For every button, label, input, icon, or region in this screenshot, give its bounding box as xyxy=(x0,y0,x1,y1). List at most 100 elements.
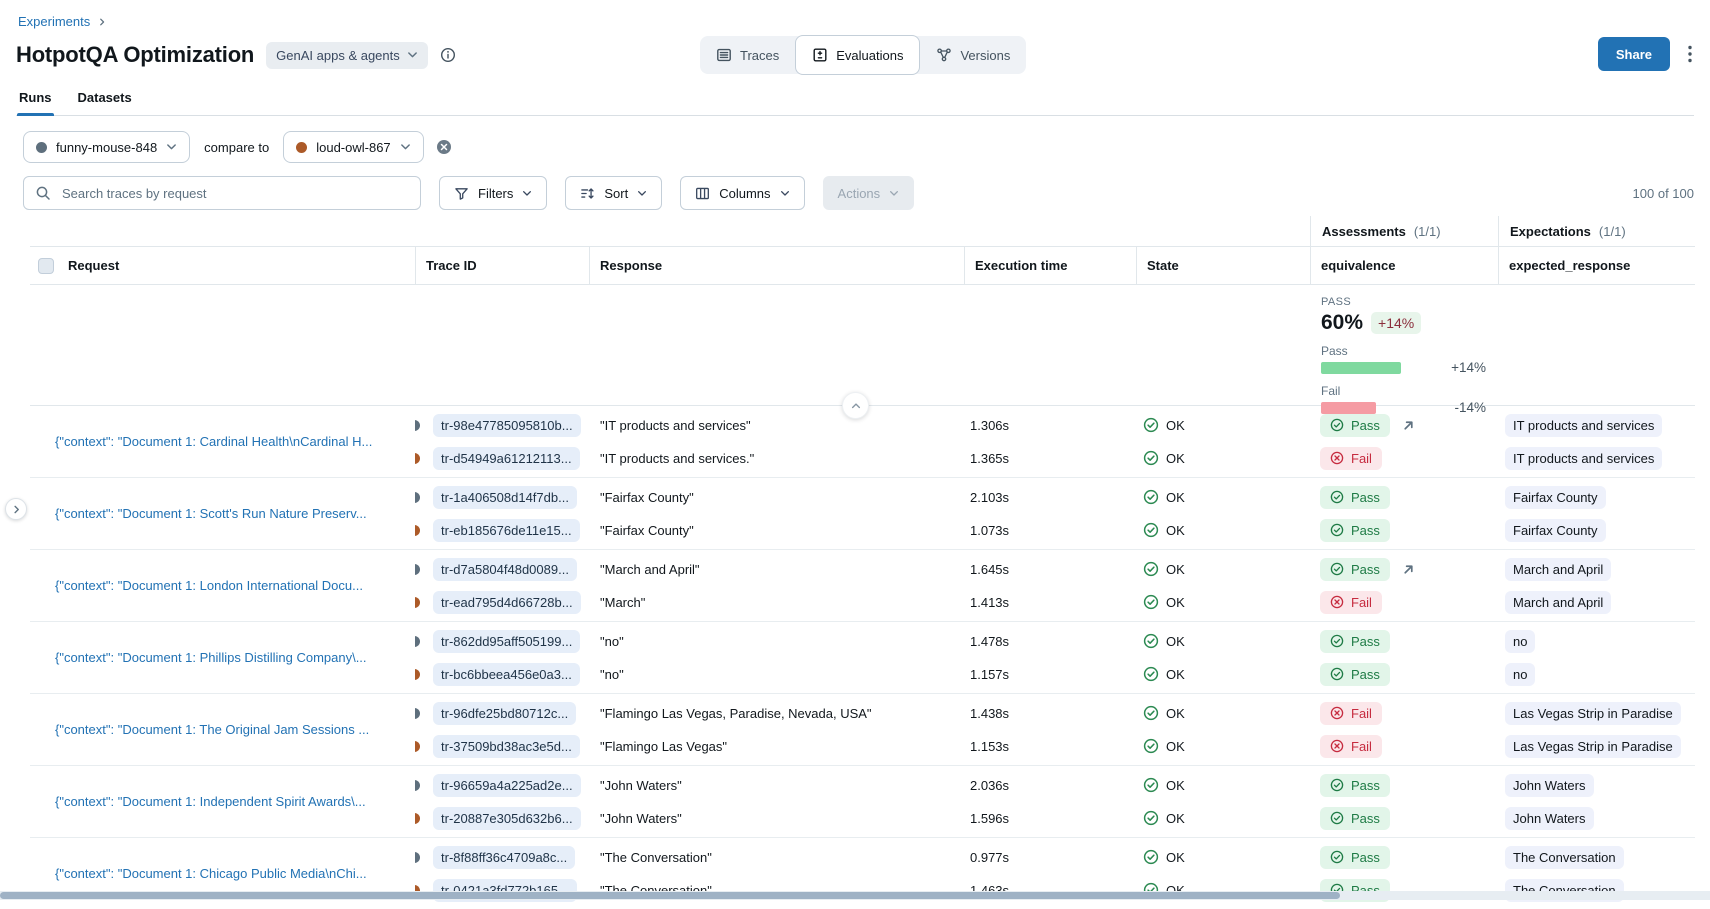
trace-id-pill[interactable]: tr-96dfe25bd80712c... xyxy=(433,702,576,725)
clear-compare-icon[interactable] xyxy=(436,139,452,155)
domain-badge-dropdown[interactable]: GenAI apps & agents xyxy=(266,42,428,69)
trace-id-pill[interactable]: tr-96659a4a225ad2e... xyxy=(433,774,581,797)
pass-bar xyxy=(1321,362,1401,374)
actions-button[interactable]: Actions xyxy=(823,176,915,210)
execution-time: 0.977s xyxy=(964,843,1136,871)
trace-id-pill[interactable]: tr-8f88ff36c4709a8c... xyxy=(433,846,575,869)
results-count: 100 of 100 xyxy=(1633,186,1695,201)
table-row-group: {"context": "Document 1: Independent Spi… xyxy=(30,765,1695,837)
run-select-primary[interactable]: funny-mouse-848 xyxy=(23,131,190,163)
response-text: "IT products and services" xyxy=(589,411,964,439)
tab-runs[interactable]: Runs xyxy=(17,86,54,115)
filters-button[interactable]: Filters xyxy=(439,176,547,210)
assessment-label: Pass xyxy=(1351,523,1380,538)
assessment-badge[interactable]: Pass xyxy=(1320,630,1390,653)
horizontal-scrollbar-thumb[interactable] xyxy=(0,892,1340,899)
sort-button[interactable]: Sort xyxy=(565,176,662,210)
trace-id-pill[interactable]: tr-d7a5804f48d0089... xyxy=(433,558,577,581)
check-circle-icon xyxy=(1143,810,1159,826)
view-switcher-evaluations[interactable]: Evaluations xyxy=(795,35,920,75)
tab-bar: Runs Datasets xyxy=(16,86,1694,116)
column-header-equivalence[interactable]: equivalence xyxy=(1310,247,1498,284)
trace-id-pill[interactable]: tr-20887e305d632b6... xyxy=(433,807,581,830)
search-input[interactable] xyxy=(60,185,409,202)
columns-button[interactable]: Columns xyxy=(680,176,804,210)
assessment-badge[interactable]: Fail xyxy=(1320,447,1382,470)
expectations-group-header: Expectations (1/1) xyxy=(1498,216,1695,246)
request-link[interactable]: {"context": "Document 1: Cardinal Health… xyxy=(55,434,372,449)
view-switcher-evaluations-label: Evaluations xyxy=(836,48,903,63)
check-circle-icon xyxy=(1143,450,1159,466)
view-switcher-traces[interactable]: Traces xyxy=(700,36,795,74)
columns-label: Columns xyxy=(719,186,770,201)
select-all-checkbox[interactable] xyxy=(38,258,54,274)
request-link[interactable]: {"context": "Document 1: Phillips Distil… xyxy=(55,650,367,665)
overflow-menu-icon[interactable] xyxy=(1686,41,1694,67)
assessments-count: (1/1) xyxy=(1414,224,1441,239)
table-row-group: {"context": "Document 1: The Original Ja… xyxy=(30,693,1695,765)
assessment-badge[interactable]: Fail xyxy=(1320,591,1382,614)
fail-bar xyxy=(1321,402,1376,414)
view-switcher-versions[interactable]: Versions xyxy=(920,36,1026,74)
state-label: OK xyxy=(1166,490,1185,505)
actions-label: Actions xyxy=(838,186,881,201)
state-label: OK xyxy=(1166,634,1185,649)
column-header-response[interactable]: Response xyxy=(589,247,964,284)
request-link[interactable]: {"context": "Document 1: The Original Ja… xyxy=(55,722,369,737)
assessment-badge[interactable]: Pass xyxy=(1320,663,1390,686)
assessment-badge[interactable]: Pass xyxy=(1320,807,1390,830)
request-link[interactable]: {"context": "Document 1: Scott's Run Nat… xyxy=(55,506,367,521)
execution-time: 1.306s xyxy=(964,411,1136,439)
column-header-state[interactable]: State xyxy=(1136,247,1310,284)
response-text: "no" xyxy=(589,660,964,688)
expected-response-pill: March and April xyxy=(1505,558,1611,581)
breadcrumb-experiments-link[interactable]: Experiments xyxy=(18,14,90,29)
assessment-badge[interactable]: Pass xyxy=(1320,414,1390,437)
evaluations-icon xyxy=(812,47,828,63)
request-link[interactable]: {"context": "Document 1: London Internat… xyxy=(55,578,363,593)
column-header-expected-response[interactable]: expected_response xyxy=(1498,247,1695,284)
expected-response-pill: March and April xyxy=(1505,591,1611,614)
request-header-label: Request xyxy=(68,258,119,273)
assessment-badge[interactable]: Pass xyxy=(1320,558,1390,581)
trace-id-pill[interactable]: tr-1a406508d14f7db... xyxy=(433,486,577,509)
assessment-badge[interactable]: Fail xyxy=(1320,735,1382,758)
assessment-badge[interactable]: Pass xyxy=(1320,846,1390,869)
assessment-badge[interactable]: Fail xyxy=(1320,702,1382,725)
expectations-count: (1/1) xyxy=(1599,224,1626,239)
run-select-baseline[interactable]: loud-owl-867 xyxy=(283,131,423,163)
check-circle-icon xyxy=(1143,417,1159,433)
trace-id-pill[interactable]: tr-37509bd38ac3e5d... xyxy=(433,735,580,758)
assessment-label: Pass xyxy=(1351,811,1380,826)
assessment-badge[interactable]: Pass xyxy=(1320,774,1390,797)
run-a-dot xyxy=(415,708,420,719)
state-label: OK xyxy=(1166,850,1185,865)
trace-id-pill[interactable]: tr-eb185676de11e15... xyxy=(433,519,580,542)
column-header-trace-id[interactable]: Trace ID xyxy=(415,247,589,284)
execution-time: 1.073s xyxy=(964,516,1136,544)
column-header-request[interactable]: Request xyxy=(30,247,415,284)
assessment-badge[interactable]: Pass xyxy=(1320,486,1390,509)
trace-id-pill[interactable]: tr-98e47785095810b... xyxy=(433,414,581,437)
response-text: "Flamingo Las Vegas, Paradise, Nevada, U… xyxy=(589,699,964,727)
request-link[interactable]: {"context": "Document 1: Independent Spi… xyxy=(55,794,366,809)
trace-id-pill[interactable]: tr-862dd95aff505199... xyxy=(433,630,580,653)
expand-sidebar-button[interactable] xyxy=(5,498,27,520)
assessment-badge[interactable]: Pass xyxy=(1320,519,1390,542)
collapse-summary-button[interactable] xyxy=(842,392,869,419)
chevron-down-icon xyxy=(637,190,647,197)
trace-id-pill[interactable]: tr-bc6bbeea456e0a3... xyxy=(433,663,580,686)
page-title: HotpotQA Optimization xyxy=(16,42,254,68)
request-link[interactable]: {"context": "Document 1: Chicago Public … xyxy=(55,866,367,881)
trace-id-pill[interactable]: tr-ead795d4d66728b... xyxy=(433,591,581,614)
sort-icon xyxy=(580,186,595,201)
expected-response-pill: IT products and services xyxy=(1505,447,1662,470)
trace-id-pill[interactable]: tr-d54949a61212113... xyxy=(433,447,580,470)
tab-datasets[interactable]: Datasets xyxy=(76,86,134,115)
assessment-label: Pass xyxy=(1351,562,1380,577)
expected-response-pill: no xyxy=(1505,663,1535,686)
column-header-execution-time[interactable]: Execution time xyxy=(964,247,1136,284)
share-button[interactable]: Share xyxy=(1598,37,1670,71)
info-icon[interactable] xyxy=(440,47,456,63)
change-arrow-icon xyxy=(1401,562,1416,577)
